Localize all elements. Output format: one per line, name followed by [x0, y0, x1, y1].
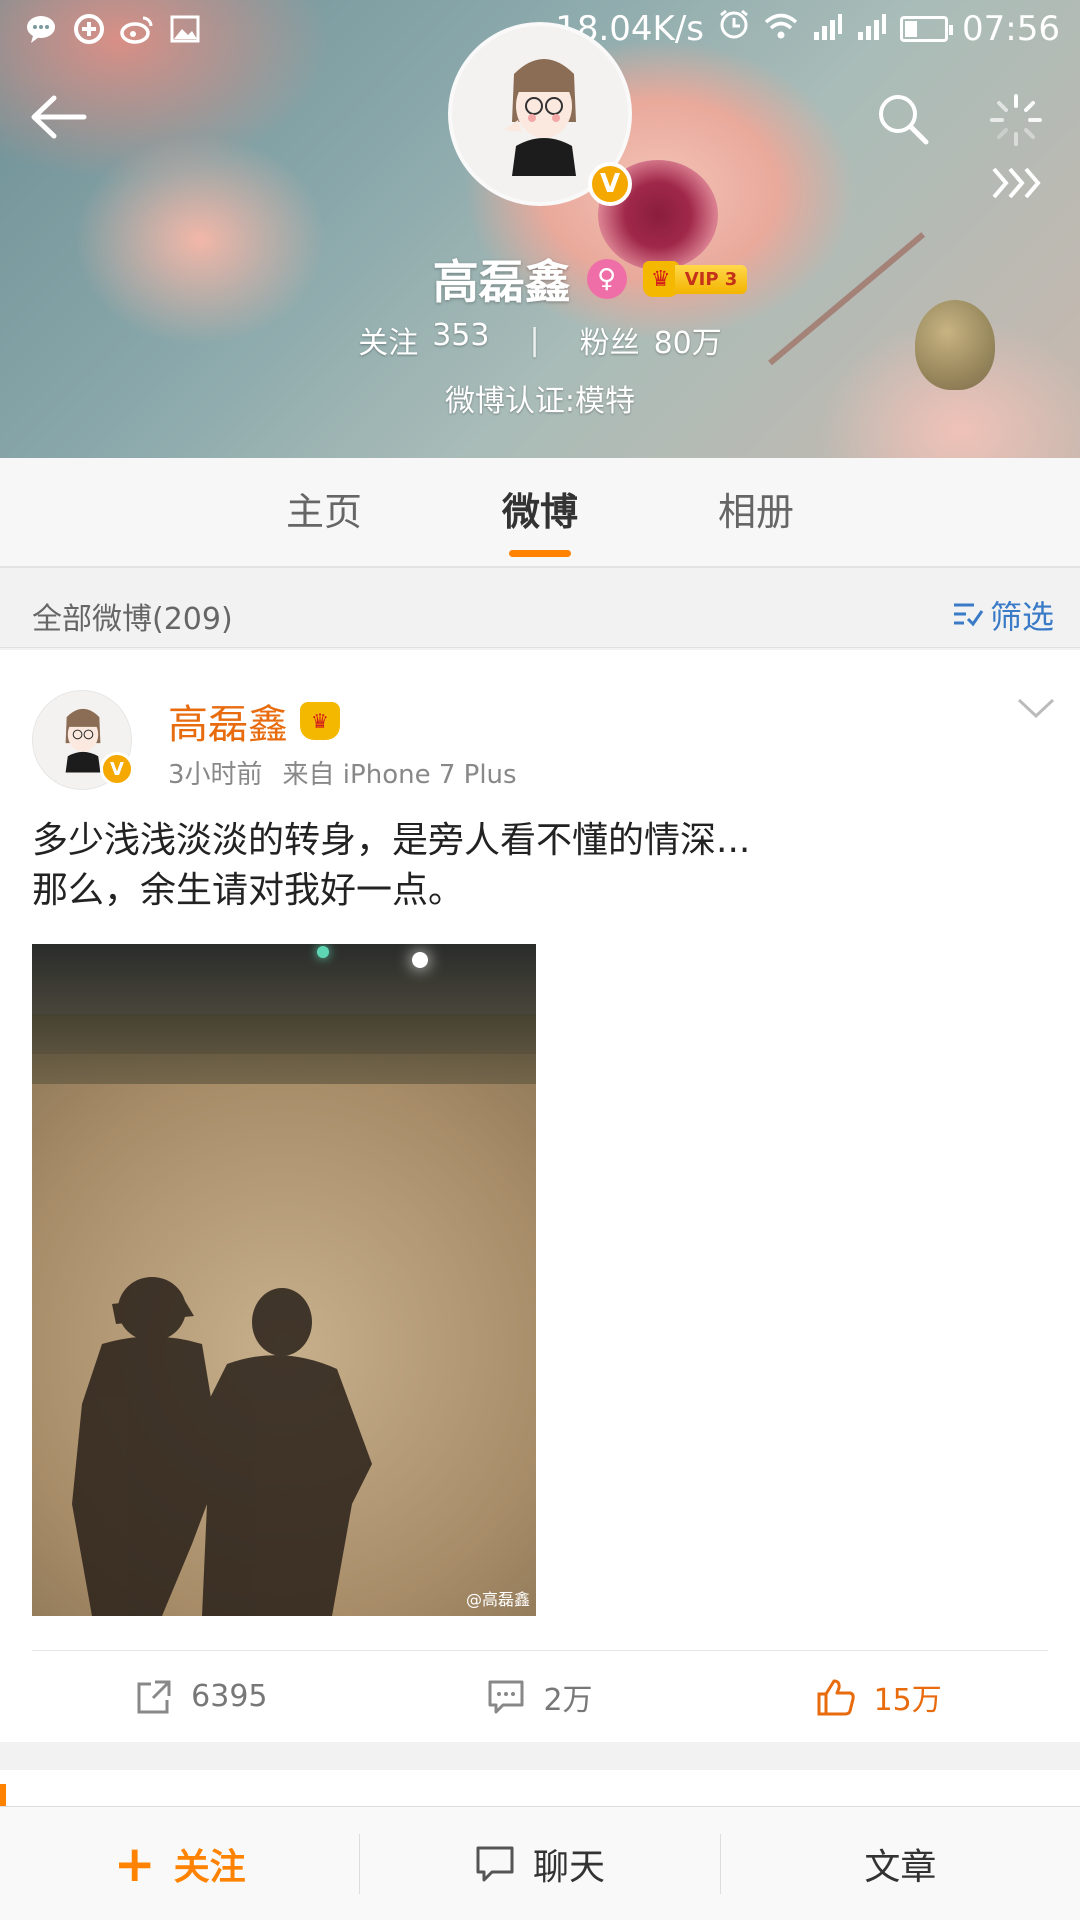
post-time: 3小时前: [168, 760, 263, 790]
signal-icon: [812, 9, 843, 49]
wifi-icon: [764, 9, 798, 49]
following-count: 353: [432, 318, 490, 353]
stats-separator: |: [529, 322, 540, 358]
filter-button[interactable]: 筛选: [952, 592, 1054, 638]
post-image[interactable]: @高磊鑫: [32, 944, 536, 1616]
profile-tabs: 主页 微博 相册: [0, 458, 1080, 568]
back-button[interactable]: [28, 92, 92, 152]
post-action-bar: 6395 2万 15万: [32, 1650, 1048, 1742]
like-button[interactable]: 15万: [709, 1651, 1048, 1742]
tab-weibo[interactable]: 微博: [502, 457, 578, 567]
profile-name-row: 高磊鑫 ♀ ♛ VIP 3: [0, 246, 1080, 312]
chevron-down-icon: [1017, 698, 1055, 719]
vip-badge[interactable]: ♛ VIP 3: [642, 261, 748, 297]
tab-album[interactable]: 相册: [718, 457, 794, 567]
weibo-icon: [120, 12, 154, 46]
post-verified-badge: V: [100, 752, 134, 786]
verified-badge: V: [588, 162, 632, 206]
image-icon: [168, 12, 202, 46]
filter-bar: 全部微博(209) 筛选: [0, 580, 1080, 648]
clock: 07:56: [962, 8, 1060, 49]
thumbs-up-icon: [817, 1679, 855, 1715]
profile-name: 高磊鑫: [432, 255, 571, 309]
fans-label: 粉丝: [579, 326, 640, 361]
plus-icon: +: [113, 1834, 156, 1893]
chat-icon: [476, 1846, 514, 1881]
following-stat[interactable]: 关注 353: [358, 318, 489, 362]
alarm-icon: [718, 8, 750, 49]
chat-bubble-icon: [24, 12, 58, 46]
chat-label: 聊天: [532, 1846, 605, 1888]
follow-label: 关注: [173, 1846, 246, 1888]
fans-stat[interactable]: 粉丝 80万: [580, 318, 722, 362]
repost-count: 6395: [191, 1679, 268, 1714]
filter-icon: [953, 603, 984, 627]
stats-row: 关注 353 | 粉丝 80万: [0, 318, 1080, 362]
post-menu-button[interactable]: [1016, 696, 1056, 726]
search-icon: [879, 95, 929, 145]
weibo-post[interactable]: V 高磊鑫 ♛ 3小时前 来自 iPhone 7 Plus 多少浅浅淡淡的转身，…: [0, 650, 1080, 1742]
post-author-name: 高磊鑫: [168, 702, 288, 748]
loading-indicator[interactable]: [988, 92, 1044, 148]
comment-button[interactable]: 2万: [371, 1651, 710, 1742]
crown-icon: ♛: [642, 261, 679, 297]
post-text-line: 多少浅浅淡淡的转身，是旁人看不懂的情深...: [32, 820, 751, 861]
chat-button[interactable]: 聊天: [359, 1833, 719, 1894]
status-left-icons: [24, 12, 202, 46]
vip-level: VIP 3: [674, 264, 748, 294]
image-watermark: @高磊鑫: [465, 1590, 530, 1609]
bottom-action-bar: + 关注 聊天 文章: [0, 1806, 1080, 1920]
search-button[interactable]: [876, 92, 932, 148]
sync-icon: [72, 12, 106, 46]
like-count: 15万: [873, 1682, 942, 1718]
comment-icon: [488, 1680, 524, 1713]
signal-icon: [856, 9, 887, 49]
female-symbol-icon: ♀: [586, 259, 627, 299]
article-button[interactable]: 文章: [719, 1833, 1080, 1894]
crown-icon: ♛: [300, 702, 340, 740]
all-weibo-count: 全部微博(209): [32, 602, 233, 637]
comment-count: 2万: [543, 1682, 593, 1718]
post-text: 多少浅浅淡淡的转身，是旁人看不懂的情深... 那么，余生请对我好一点。: [32, 816, 1042, 916]
back-arrow-icon: [31, 95, 87, 139]
post-author[interactable]: 高磊鑫 ♛: [168, 692, 340, 750]
post-source: 来自 iPhone 7 Plus: [282, 760, 517, 790]
battery-icon: [900, 15, 954, 42]
filter-label: 筛选: [989, 598, 1054, 636]
profile-header: 18.04K/s 07:56 V 高磊鑫 ♀ ♛ VIP 3 关注 353 | …: [0, 0, 1080, 458]
image-shadows: [72, 1277, 372, 1616]
follow-button[interactable]: + 关注: [0, 1834, 359, 1894]
next-card-peek: [0, 1770, 1080, 1810]
article-label: 文章: [864, 1846, 937, 1888]
loading-icon: [990, 94, 1042, 146]
more-button[interactable]: [990, 165, 1050, 205]
post-text-line: 那么，余生请对我好一点。: [32, 870, 465, 911]
post-meta: 3小时前 来自 iPhone 7 Plus: [168, 754, 517, 791]
fans-count: 80万: [653, 326, 722, 361]
more-chevrons-icon: [992, 167, 1041, 199]
repost-button[interactable]: 6395: [32, 1651, 371, 1742]
following-label: 关注: [358, 326, 419, 361]
status-right: 18.04K/s 07:56: [555, 8, 1060, 49]
tab-home[interactable]: 主页: [286, 457, 362, 567]
verification-text: 微博认证:模特: [444, 384, 636, 419]
repost-icon: [137, 1680, 171, 1713]
